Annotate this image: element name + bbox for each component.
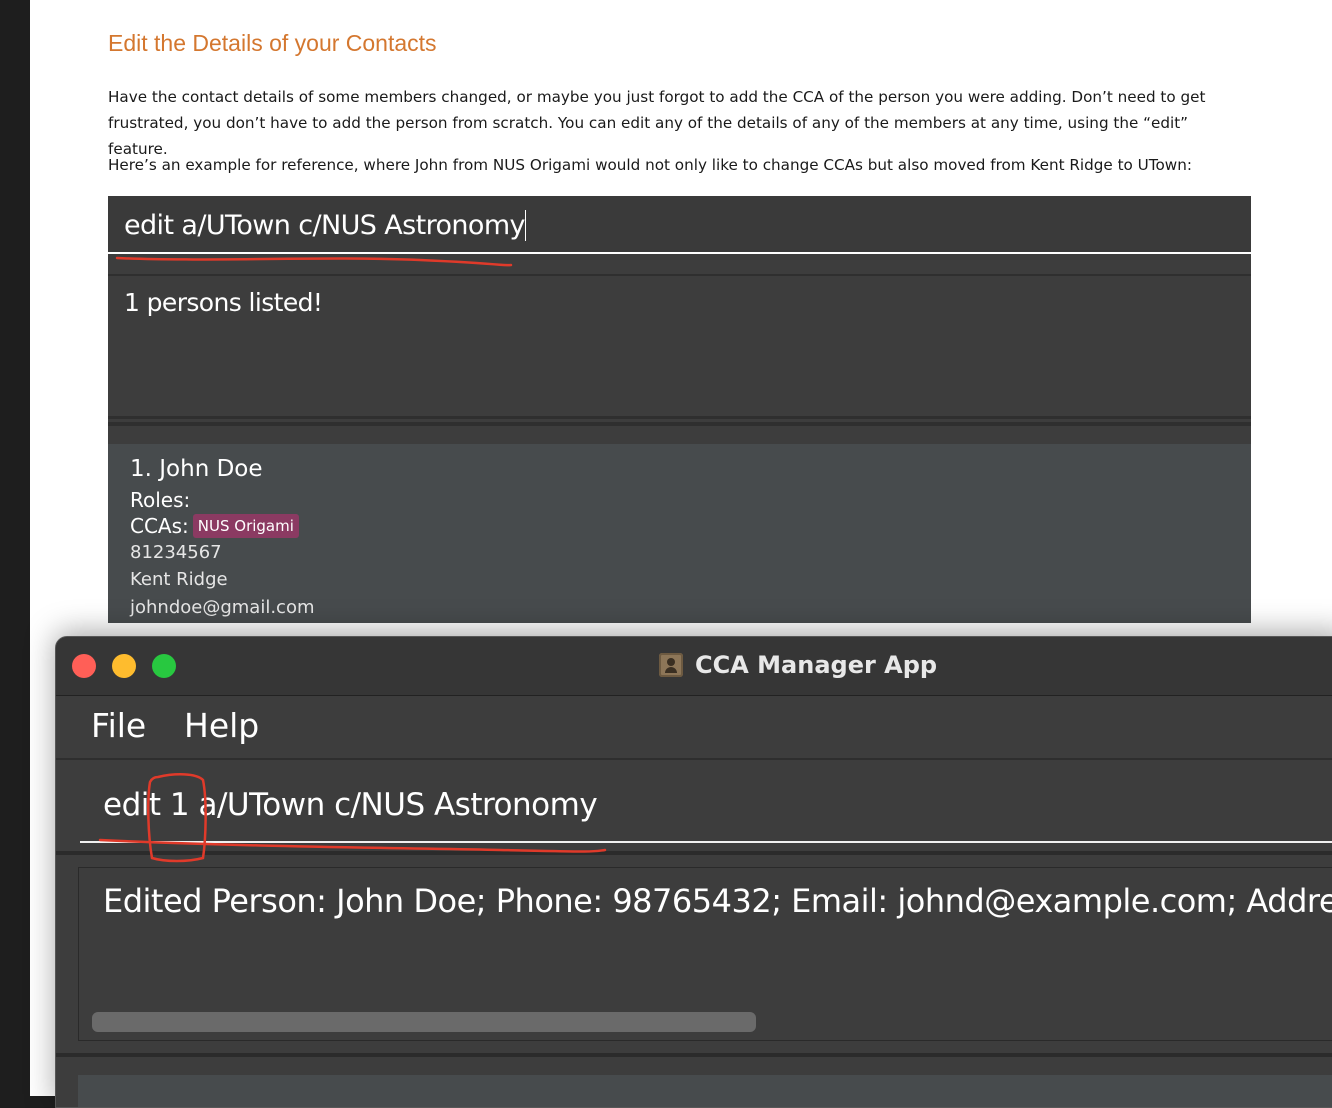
ccas-label: CCAs:: [130, 514, 189, 538]
window-title-group: CCA Manager App: [659, 651, 937, 679]
person-list-panel: [78, 1075, 1332, 1107]
menu-file[interactable]: File: [91, 706, 146, 745]
intro-paragraph: Have the contact details of some members…: [108, 88, 1206, 158]
minimize-button[interactable]: [112, 654, 136, 678]
command-input-text: edit 1 a/UTown c/NUS Astronomy: [103, 787, 598, 823]
person-phone: 81234567: [130, 542, 222, 563]
maximize-button[interactable]: [152, 654, 176, 678]
menu-help[interactable]: Help: [184, 706, 259, 745]
example-paragraph: Here’s an example for reference, where J…: [108, 156, 1192, 174]
example-divider: [108, 422, 1251, 426]
example-screenshot: edit a/UTown c/NUS Astronomy 1 persons l…: [108, 196, 1251, 623]
panel-divider: [56, 1053, 1332, 1057]
person-email: johndoe@gmail.com: [130, 597, 315, 618]
result-display: Edited Person: John Doe; Phone: 98765432…: [78, 867, 1332, 1041]
cca-tag: NUS Origami: [192, 514, 299, 538]
app-window: CCA Manager App File Help edit 1 a/UTown…: [55, 636, 1332, 1108]
example-command-text: edit a/UTown c/NUS Astronomy: [124, 210, 526, 241]
result-text: Edited Person: John Doe; Phone: 98765432…: [103, 882, 1332, 920]
example-result-box: 1 persons listed!: [108, 274, 1251, 419]
horizontal-scrollbar[interactable]: [92, 1012, 756, 1032]
person-name: 1. John Doe: [130, 456, 263, 482]
title-bar[interactable]: CCA Manager App: [56, 637, 1332, 696]
example-command-box: edit a/UTown c/NUS Astronomy: [108, 196, 1251, 254]
person-address: Kent Ridge: [130, 569, 228, 590]
person-roles: Roles:: [130, 488, 191, 512]
window-title: CCA Manager App: [695, 651, 938, 679]
example-person-card: 1. John Doe Roles: CCAs: NUS Origami 8123…: [108, 444, 1251, 623]
menu-bar: File Help: [56, 696, 1332, 760]
panel-divider: [56, 851, 1332, 855]
contact-book-icon: [659, 653, 683, 677]
section-heading: Edit the Details of your Contacts: [108, 30, 437, 56]
close-button[interactable]: [72, 654, 96, 678]
person-ccas: CCAs: NUS Origami: [130, 514, 299, 538]
command-input[interactable]: edit 1 a/UTown c/NUS Astronomy: [80, 761, 1332, 843]
example-result-text: 1 persons listed!: [124, 288, 323, 317]
